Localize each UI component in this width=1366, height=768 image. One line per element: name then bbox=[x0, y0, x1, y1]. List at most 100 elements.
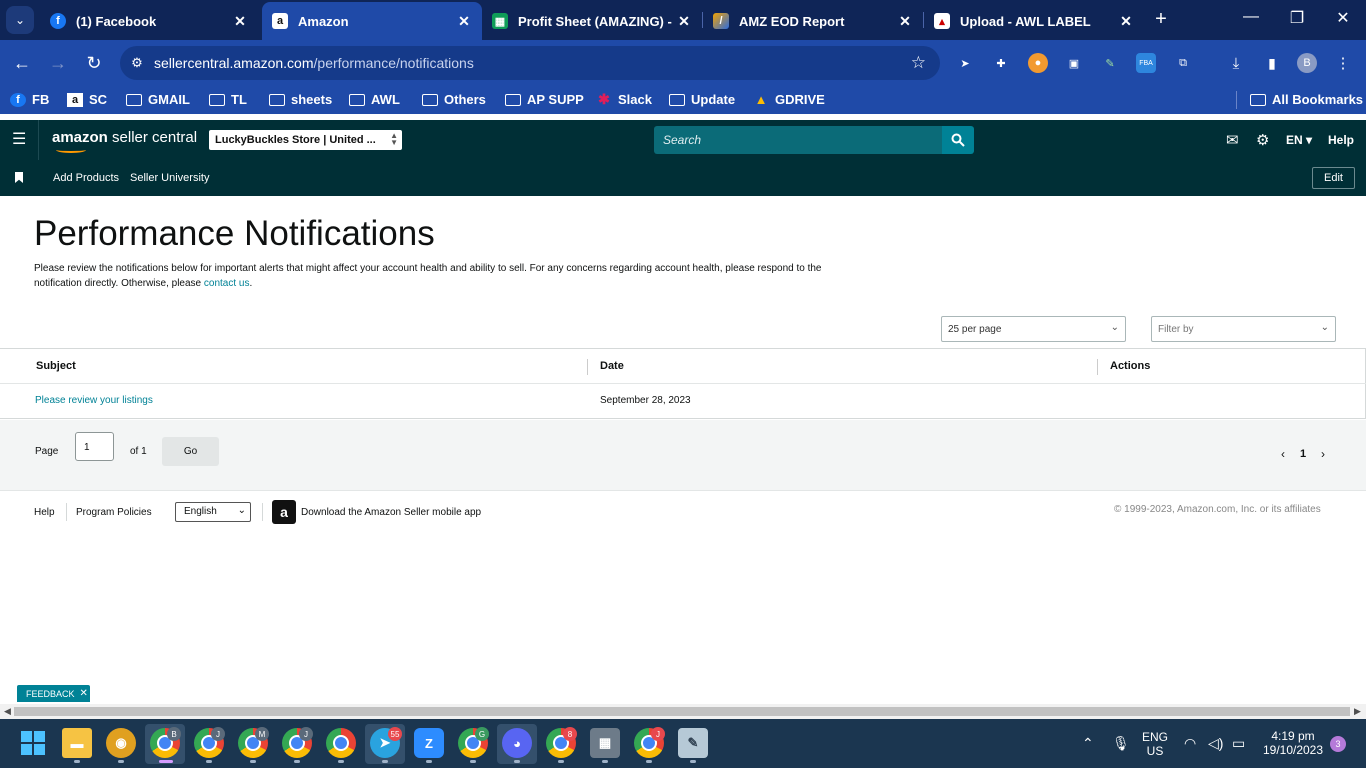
search-icon[interactable] bbox=[942, 126, 974, 154]
seller-central-logo[interactable]: amazon seller central bbox=[52, 129, 197, 153]
calculator-icon[interactable]: ▦ bbox=[590, 728, 620, 758]
side-panel-icon[interactable]: ▮ bbox=[1262, 53, 1282, 73]
edit-button[interactable]: Edit bbox=[1312, 167, 1355, 189]
bookmark-slack[interactable]: ✱ Slack bbox=[596, 91, 652, 107]
downloads-icon[interactable]: ⤓ bbox=[1226, 53, 1246, 73]
horizontal-scrollbar[interactable]: ◀ ▶ bbox=[0, 704, 1366, 719]
bookmark-sheets[interactable]: sheets bbox=[269, 92, 332, 107]
folder-icon bbox=[422, 93, 438, 107]
language-selector[interactable]: EN ▾ bbox=[1286, 133, 1312, 147]
extension-pen-icon[interactable]: ✎ bbox=[1100, 53, 1120, 73]
hamburger-menu-icon[interactable]: ☰ bbox=[12, 132, 26, 148]
scroll-right-arrow-icon[interactable]: ▶ bbox=[1354, 706, 1361, 717]
extension-camera-icon[interactable]: ▣ bbox=[1064, 53, 1084, 73]
extension-arrow-icon[interactable]: ➤ bbox=[955, 53, 975, 73]
tab-upload-awl-label[interactable]: ▴ Upload - AWL LABEL ✕ bbox=[924, 2, 1144, 40]
extensions-menu-icon[interactable]: ⧉ bbox=[1173, 53, 1193, 73]
bookmark-update[interactable]: Update bbox=[669, 92, 735, 107]
zoom-icon[interactable]: Z bbox=[414, 728, 444, 758]
footer-help-link[interactable]: Help bbox=[34, 507, 55, 518]
window-close-icon[interactable]: ✕ bbox=[1331, 8, 1355, 28]
extension-fba-icon[interactable]: FBA bbox=[1136, 53, 1156, 73]
chrome-icon[interactable] bbox=[326, 728, 356, 758]
keyboard-language[interactable]: ENG US bbox=[1140, 730, 1170, 758]
report-icon: / bbox=[713, 13, 729, 29]
program-policies-link[interactable]: Program Policies bbox=[76, 507, 152, 518]
volume-icon[interactable]: ◁) bbox=[1208, 735, 1223, 752]
battery-icon[interactable]: ▭ bbox=[1232, 735, 1245, 752]
discord-icon[interactable]: ◕ bbox=[502, 728, 532, 758]
tab-amazon[interactable]: a Amazon ✕ bbox=[262, 2, 482, 40]
tab-search-chevron-icon[interactable]: ⌄ bbox=[6, 6, 34, 34]
all-bookmarks[interactable]: All Bookmarks bbox=[1250, 92, 1363, 107]
chevron-up-icon[interactable]: ⌃ bbox=[1082, 735, 1094, 752]
store-selector[interactable]: LuckyBuckles Store | United ... ▲ ▼ bbox=[209, 130, 402, 150]
running-indicator bbox=[250, 760, 256, 763]
column-header-subject[interactable]: Subject bbox=[36, 360, 76, 372]
bookmark-star-icon[interactable]: ☆ bbox=[911, 53, 926, 73]
column-header-date[interactable]: Date bbox=[600, 360, 624, 372]
profile-avatar[interactable]: B bbox=[1297, 53, 1317, 73]
bookmark-sc[interactable]: a SC bbox=[67, 92, 107, 107]
footer-language-select[interactable]: English ⌄ bbox=[175, 502, 251, 522]
seller-search-input[interactable]: Search bbox=[654, 126, 942, 154]
address-bar[interactable]: ⚙ sellercentral.amazon.com/performance/n… bbox=[120, 46, 940, 80]
bookmark-gmail[interactable]: GMAIL bbox=[126, 92, 190, 107]
mail-icon[interactable]: ✉ bbox=[1226, 131, 1239, 149]
bookmark-gdrive[interactable]: ▲ GDRIVE bbox=[753, 92, 825, 107]
notepad-icon[interactable]: ✎ bbox=[678, 728, 708, 758]
close-icon[interactable]: ✕ bbox=[230, 11, 250, 31]
contact-us-link[interactable]: contact us bbox=[204, 278, 250, 289]
bookmark-awl[interactable]: AWL bbox=[349, 92, 400, 107]
back-arrow-icon[interactable]: ← bbox=[10, 51, 34, 75]
microphone-icon[interactable]: 🎙 bbox=[1112, 735, 1130, 752]
app-mascot-icon[interactable]: ◉ bbox=[106, 728, 136, 758]
extension-puzzle-piece-icon[interactable]: ✚ bbox=[991, 53, 1011, 73]
windows-start-icon[interactable] bbox=[18, 728, 48, 758]
page-number-input[interactable]: 1 bbox=[75, 432, 114, 461]
previous-page-chevron-icon[interactable]: ‹ bbox=[1281, 447, 1285, 461]
close-icon[interactable]: ✕ bbox=[1116, 11, 1136, 31]
tab-profit-sheet[interactable]: ▦ Profit Sheet (AMAZING) - G ✕ bbox=[482, 2, 702, 40]
new-tab-plus-icon[interactable]: + bbox=[1150, 8, 1172, 30]
seller-university-link[interactable]: Seller University bbox=[130, 172, 209, 184]
download-app-link[interactable]: Download the Amazon Seller mobile app bbox=[301, 507, 481, 518]
add-products-link[interactable]: Add Products bbox=[53, 172, 119, 184]
minimize-icon[interactable]: — bbox=[1239, 8, 1263, 26]
browser-menu-icon[interactable]: ⋮ bbox=[1333, 53, 1353, 73]
tab-title: Amazon bbox=[298, 13, 349, 29]
close-icon[interactable]: ✕ bbox=[454, 11, 474, 31]
current-page-number[interactable]: 1 bbox=[1300, 448, 1306, 460]
bookmark-others[interactable]: Others bbox=[422, 92, 486, 107]
tab-facebook[interactable]: f (1) Facebook ✕ bbox=[40, 2, 258, 40]
scrollbar-thumb[interactable] bbox=[14, 707, 1350, 716]
extension-circle-icon[interactable]: ● bbox=[1028, 53, 1048, 73]
amazon-app-icon[interactable]: a bbox=[272, 500, 296, 524]
folder-icon bbox=[349, 93, 365, 107]
notification-count-badge[interactable]: 3 bbox=[1330, 736, 1346, 752]
notification-subject-link[interactable]: Please review your listings bbox=[35, 395, 153, 406]
url-text[interactable]: sellercentral.amazon.com/performance/not… bbox=[154, 55, 474, 71]
scroll-left-arrow-icon[interactable]: ◀ bbox=[4, 706, 11, 717]
site-settings-icon[interactable]: ⚙ bbox=[120, 55, 154, 71]
clock[interactable]: 4:19 pm 19/10/2023 bbox=[1258, 729, 1328, 757]
tab-amz-eod-report[interactable]: / AMZ EOD Report ✕ bbox=[703, 2, 923, 40]
next-page-chevron-icon[interactable]: › bbox=[1321, 447, 1325, 461]
file-explorer-icon[interactable]: ▬ bbox=[62, 728, 92, 758]
bookmark-tl[interactable]: TL bbox=[209, 92, 247, 107]
close-icon[interactable]: ✕ bbox=[895, 11, 915, 31]
wifi-icon[interactable]: ◠ bbox=[1184, 735, 1196, 752]
restore-icon[interactable]: ❐ bbox=[1285, 8, 1309, 28]
filter-select[interactable]: Filter by ⌄ bbox=[1151, 316, 1336, 342]
bookmark-fb[interactable]: f FB bbox=[10, 92, 49, 107]
reload-icon[interactable]: ↻ bbox=[82, 51, 106, 75]
go-button[interactable]: Go bbox=[162, 437, 219, 466]
feedback-tab[interactable]: FEEDBACK ✕ bbox=[17, 685, 90, 702]
help-link[interactable]: Help bbox=[1328, 133, 1354, 147]
close-icon[interactable]: ✕ bbox=[674, 11, 694, 31]
per-page-select[interactable]: 25 per page ⌄ bbox=[941, 316, 1126, 342]
bookmark-ap-supp[interactable]: AP SUPP bbox=[505, 92, 584, 107]
forward-arrow-icon[interactable]: → bbox=[46, 51, 70, 75]
close-icon[interactable]: ✕ bbox=[80, 688, 88, 699]
gear-icon[interactable]: ⚙ bbox=[1256, 131, 1269, 149]
